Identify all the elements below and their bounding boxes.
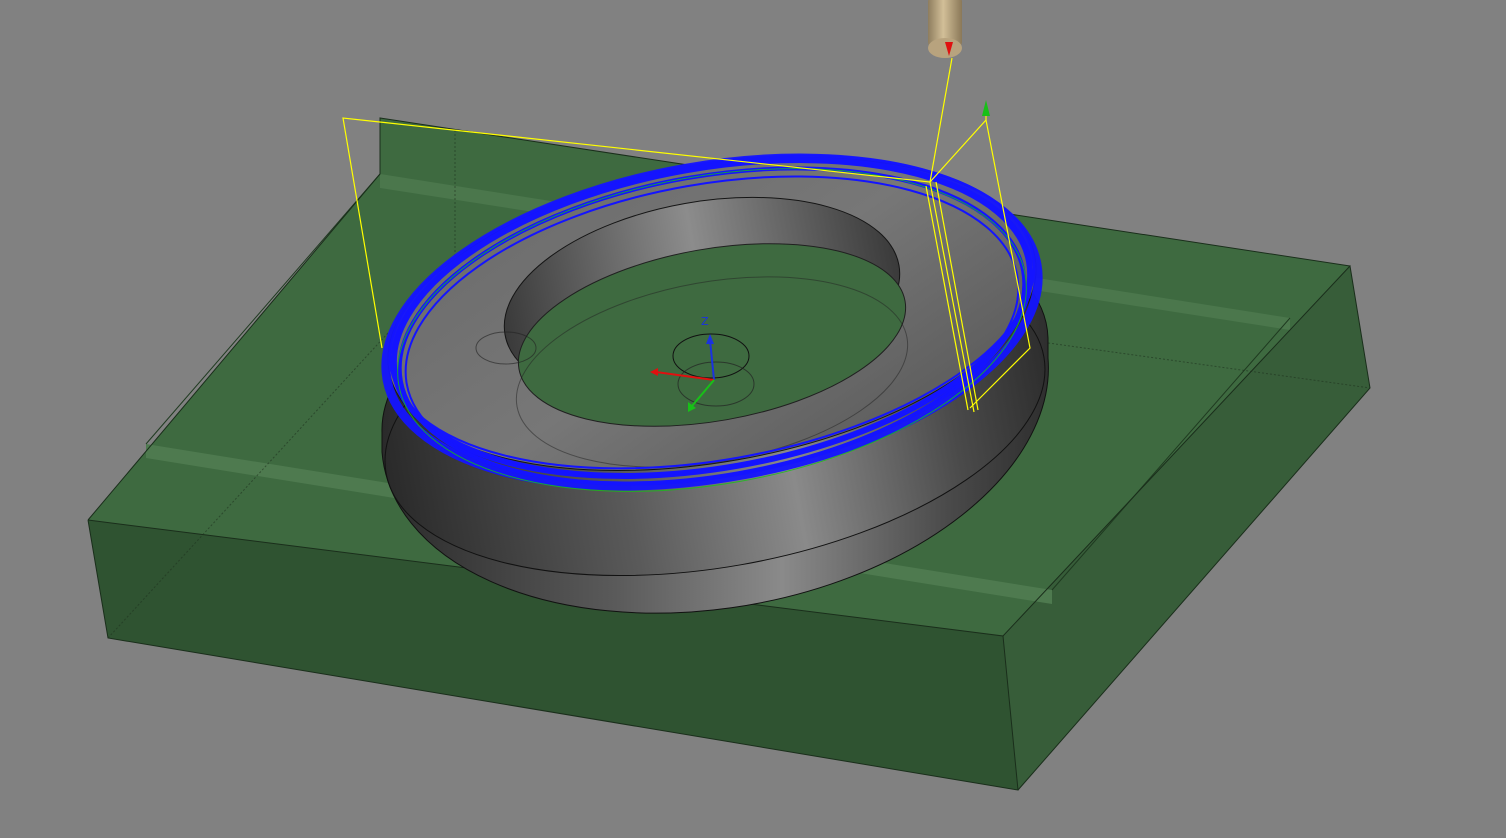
cam-3d-viewport[interactable]: Z [0,0,1506,838]
toolpath-direction-arrow-icon [982,100,990,116]
axis-label-z: Z [701,315,709,328]
cutting-tool[interactable] [928,0,962,58]
